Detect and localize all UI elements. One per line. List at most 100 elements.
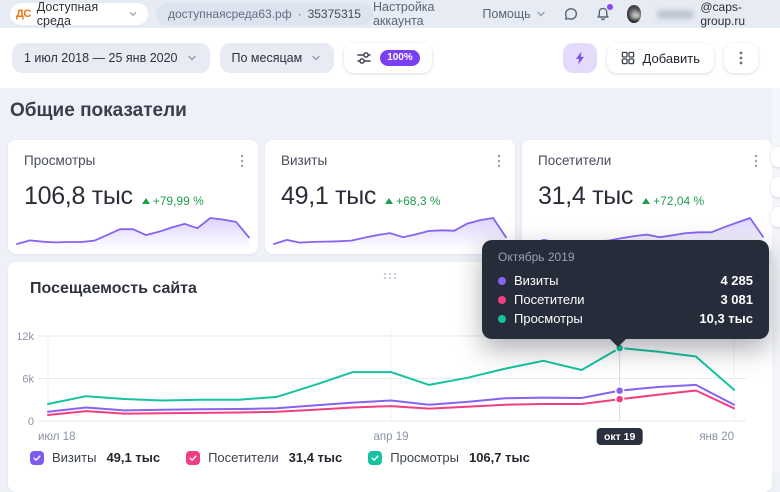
legend-item-views[interactable]: Просмотры 106,7 тыс [368, 450, 530, 465]
sampling-control[interactable]: 100% [344, 43, 432, 73]
chart-title: Посещаемость сайта [30, 280, 197, 298]
separator: · [298, 7, 302, 21]
edge-toolbar-button[interactable] [771, 177, 780, 197]
series-dot-icon [498, 315, 506, 323]
tooltip-label: Посетители [514, 292, 712, 307]
checkbox-checked-icon [186, 451, 200, 465]
site-domain: доступнаясреда63.рф [168, 7, 292, 21]
counter-switcher[interactable]: ДС Доступная среда [10, 3, 148, 25]
series-dot-icon [498, 277, 506, 285]
svg-text:0: 0 [28, 416, 34, 428]
edge-toolbar-button[interactable] [771, 147, 780, 167]
chevron-down-icon [310, 52, 322, 64]
traffic-line-chart[interactable]: 0 6k 12k июл 18 апр 19 окт 19 янв 20 [18, 328, 762, 446]
legend-value: 49,1 тыс [106, 450, 160, 465]
edge-toolbar-button[interactable] [771, 207, 780, 227]
legend-label: Просмотры [390, 450, 459, 465]
legend-value: 106,7 тыс [469, 450, 530, 465]
trend-up-icon [142, 198, 150, 204]
legend-item-visits[interactable]: Визиты 49,1 тыс [30, 450, 160, 465]
metric-title: Посетители [538, 153, 611, 168]
right-edge-strip [772, 88, 780, 472]
grouping-select[interactable]: По месяцам [220, 43, 335, 73]
chevron-down-icon [128, 8, 138, 20]
tooltip-label: Просмотры [514, 311, 691, 326]
grouping-label: По месяцам [232, 51, 303, 65]
metric-delta: +79,99 % [142, 194, 204, 208]
sparkline [14, 208, 252, 250]
checkbox-checked-icon [30, 451, 44, 465]
page-title: Общие показатели [10, 100, 187, 122]
tooltip-period: Октябрь 2019 [498, 250, 753, 264]
tooltip-row-visitors: Посетители 3 081 [498, 290, 753, 309]
legend-item-visitors[interactable]: Посетители 31,4 тыс [186, 450, 342, 465]
sampling-badge: 100% [380, 50, 420, 66]
dashboard-menu-button[interactable] [724, 43, 758, 73]
tooltip-label: Визиты [514, 273, 712, 288]
svg-text:окт 19: окт 19 [604, 431, 636, 443]
help-label: Помощь [482, 7, 530, 21]
counter-name: Доступная среда [37, 0, 122, 28]
card-menu-button[interactable] [497, 154, 501, 173]
drag-handle-icon[interactable] [382, 267, 398, 285]
trend-up-icon [385, 198, 393, 204]
metric-card-visitors: Посетители 31,4 тыс +72,04 % [522, 140, 772, 254]
add-widget-label: Добавить [643, 51, 700, 66]
date-range-label: 1 июл 2018 — 25 янв 2020 [24, 51, 178, 65]
sparkline [271, 208, 509, 250]
metric-delta: +68,3 % [385, 194, 440, 208]
notifications-bell-icon[interactable] [595, 6, 611, 22]
add-widget-button[interactable]: Добавить [607, 43, 714, 73]
metric-value: 49,1 тыс [281, 182, 376, 211]
metric-card-visits: Визиты 49,1 тыс +68,3 % [265, 140, 515, 254]
trend-up-icon [642, 198, 650, 204]
user-email-domain: @caps-group.ru [700, 0, 770, 28]
metric-value: 31,4 тыс [538, 182, 633, 211]
metric-title: Визиты [281, 153, 327, 168]
card-menu-button[interactable] [240, 154, 244, 173]
tooltip-row-views: Просмотры 10,3 тыс [498, 309, 753, 328]
kebab-menu-icon [739, 50, 743, 66]
topbar: ДС Доступная среда доступнаясреда63.рф ·… [0, 0, 780, 28]
topbar-right: Настройка аккаунта Помощь @caps-group.ru [373, 0, 770, 28]
widgets-icon [621, 51, 635, 65]
svg-text:июл 18: июл 18 [38, 431, 76, 443]
tooltip-value: 4 285 [720, 273, 753, 288]
chevron-down-icon [186, 52, 198, 64]
svg-text:12k: 12k [18, 331, 34, 343]
legend-value: 31,4 тыс [289, 450, 343, 465]
svg-text:янв 20: янв 20 [699, 431, 734, 443]
metric-delta: +72,04 % [642, 194, 704, 208]
user-name-redacted [657, 10, 694, 19]
legend-label: Посетители [208, 450, 279, 465]
metric-card-views: Просмотры 106,8 тыс +79,99 % [8, 140, 258, 254]
checkbox-checked-icon [368, 451, 382, 465]
lightning-icon [572, 50, 588, 66]
metric-value: 106,8 тыс [24, 182, 133, 211]
chart-tooltip: Октябрь 2019 Визиты 4 285 Посетители 3 0… [482, 240, 769, 339]
filter-bar: 1 июл 2018 — 25 янв 2020 По месяцам 100% [0, 28, 780, 88]
help-menu[interactable]: Помощь [482, 7, 546, 21]
date-range-picker[interactable]: 1 июл 2018 — 25 янв 2020 [12, 43, 210, 73]
counter-id: 35375315 [308, 7, 361, 21]
notification-dot [607, 4, 613, 10]
tooltip-row-visits: Визиты 4 285 [498, 271, 753, 290]
chevron-down-icon [535, 8, 547, 20]
tooltip-value: 3 081 [720, 292, 753, 307]
counter-domain-pill: доступнаясреда63.рф · 35375315 [156, 3, 373, 25]
sliders-icon [356, 50, 372, 66]
series-dot-icon [498, 296, 506, 304]
quick-actions-button[interactable] [563, 43, 597, 73]
svg-text:апр 19: апр 19 [373, 431, 408, 443]
svg-text:6k: 6k [22, 374, 34, 386]
card-menu-button[interactable] [754, 154, 758, 173]
account-settings-link[interactable]: Настройка аккаунта [373, 0, 466, 28]
chat-icon[interactable] [563, 6, 579, 22]
metric-title: Просмотры [24, 153, 95, 168]
metric-cards-row: Просмотры 106,8 тыс +79,99 % Визиты 49,1… [8, 140, 772, 254]
counter-logo-icon: ДС [16, 8, 31, 20]
user-avatar[interactable] [627, 5, 642, 23]
legend-label: Визиты [52, 450, 96, 465]
tooltip-value: 10,3 тыс [699, 311, 753, 326]
chart-legend: Визиты 49,1 тыс Посетители 31,4 тыс Прос… [30, 450, 530, 465]
